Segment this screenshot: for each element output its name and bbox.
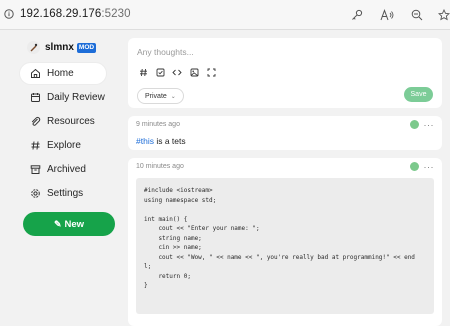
url-field[interactable]: 192.168.29.176:5230 (20, 8, 131, 20)
zoom-out-icon[interactable] (408, 6, 426, 24)
browser-address-bar: 192.168.29.176:5230 (0, 0, 450, 30)
reaction-icon[interactable] (409, 162, 419, 171)
code-line: string name; (144, 234, 202, 242)
memo-tag[interactable]: #this (136, 136, 154, 146)
reaction-icon[interactable] (409, 120, 419, 129)
memo-input[interactable]: Any thoughts... (137, 47, 194, 57)
sidebar: slmnx MOD Home Daily Review Resources Ex… (0, 30, 125, 326)
sidebar-item-label: Home (47, 68, 74, 79)
user-name: slmnx (45, 42, 74, 53)
code-line: using namespace std; (144, 196, 217, 204)
visibility-value: Private (145, 92, 167, 100)
code-line: cin >> name; (144, 244, 202, 251)
avatar (27, 41, 40, 54)
code-block: #include <iostream> using namespace std;… (136, 178, 434, 314)
sidebar-item-label: Archived (47, 164, 86, 175)
sidebar-item-daily-review[interactable]: Daily Review (20, 87, 106, 108)
chevron-down-icon: ⌄ (170, 93, 176, 100)
memo-timestamp: 10 minutes ago (136, 163, 184, 170)
memo-card: 9 minutes ago ··· #this is a tets (128, 116, 442, 150)
url-port: :5230 (101, 8, 131, 20)
memo-card: 10 minutes ago ··· #include <iostream> u… (128, 158, 442, 326)
code-line: l; (144, 263, 152, 270)
archive-icon (29, 164, 41, 176)
sidebar-item-label: Explore (47, 140, 81, 151)
checkbox-icon[interactable] (154, 66, 166, 78)
sidebar-item-home[interactable]: Home (20, 63, 106, 84)
calendar-icon (29, 92, 41, 104)
memo-composer: Any thoughts... Private ⌄ Save (128, 38, 442, 108)
sidebar-item-label: Settings (47, 188, 84, 199)
save-button[interactable]: Save (404, 87, 433, 102)
gear-icon (29, 188, 41, 200)
image-icon[interactable] (188, 66, 200, 78)
sidebar-item-label: Daily Review (47, 92, 105, 103)
more-options-icon[interactable]: ··· (424, 120, 435, 129)
sidebar-item-resources[interactable]: Resources (20, 111, 106, 132)
more-options-icon[interactable]: ··· (424, 162, 435, 171)
site-info-icon[interactable] (2, 7, 16, 21)
code-icon[interactable] (171, 66, 183, 78)
sidebar-item-settings[interactable]: Settings (20, 183, 106, 204)
code-line: cout << "Enter your name: "; (144, 225, 260, 232)
composer-toolbar (137, 66, 222, 78)
memo-timestamp: 9 minutes ago (136, 121, 180, 128)
role-badge: MOD (76, 42, 97, 53)
code-line: } (144, 282, 148, 289)
sidebar-item-explore[interactable]: Explore (20, 135, 106, 156)
bookmark-star-icon[interactable] (438, 6, 450, 24)
fullscreen-icon[interactable] (205, 66, 217, 78)
hash-icon (29, 140, 41, 152)
code-line: #include <iostream> (144, 187, 213, 194)
memo-body-text: is a tets (153, 136, 186, 146)
pencil-icon: ✎ (53, 218, 62, 229)
read-aloud-icon[interactable] (378, 6, 396, 24)
new-memo-button[interactable]: ✎ New (23, 212, 115, 236)
code-line: int main() { (144, 215, 188, 223)
url-host: 192.168.29.176 (20, 8, 102, 20)
paperclip-icon (29, 116, 41, 128)
sidebar-item-label: Resources (47, 116, 95, 127)
memo-content: #this is a tets (136, 136, 186, 146)
home-icon (29, 68, 41, 80)
sidebar-item-archived[interactable]: Archived (20, 159, 106, 180)
user-profile[interactable]: slmnx MOD (27, 41, 97, 54)
new-button-label: New (64, 218, 85, 230)
tag-icon[interactable] (137, 66, 149, 78)
key-icon[interactable] (348, 6, 366, 24)
code-line: return 0; (144, 272, 191, 280)
code-line: cout << "Wow, " << name << ", you're rea… (144, 253, 415, 261)
visibility-select[interactable]: Private ⌄ (137, 88, 184, 104)
